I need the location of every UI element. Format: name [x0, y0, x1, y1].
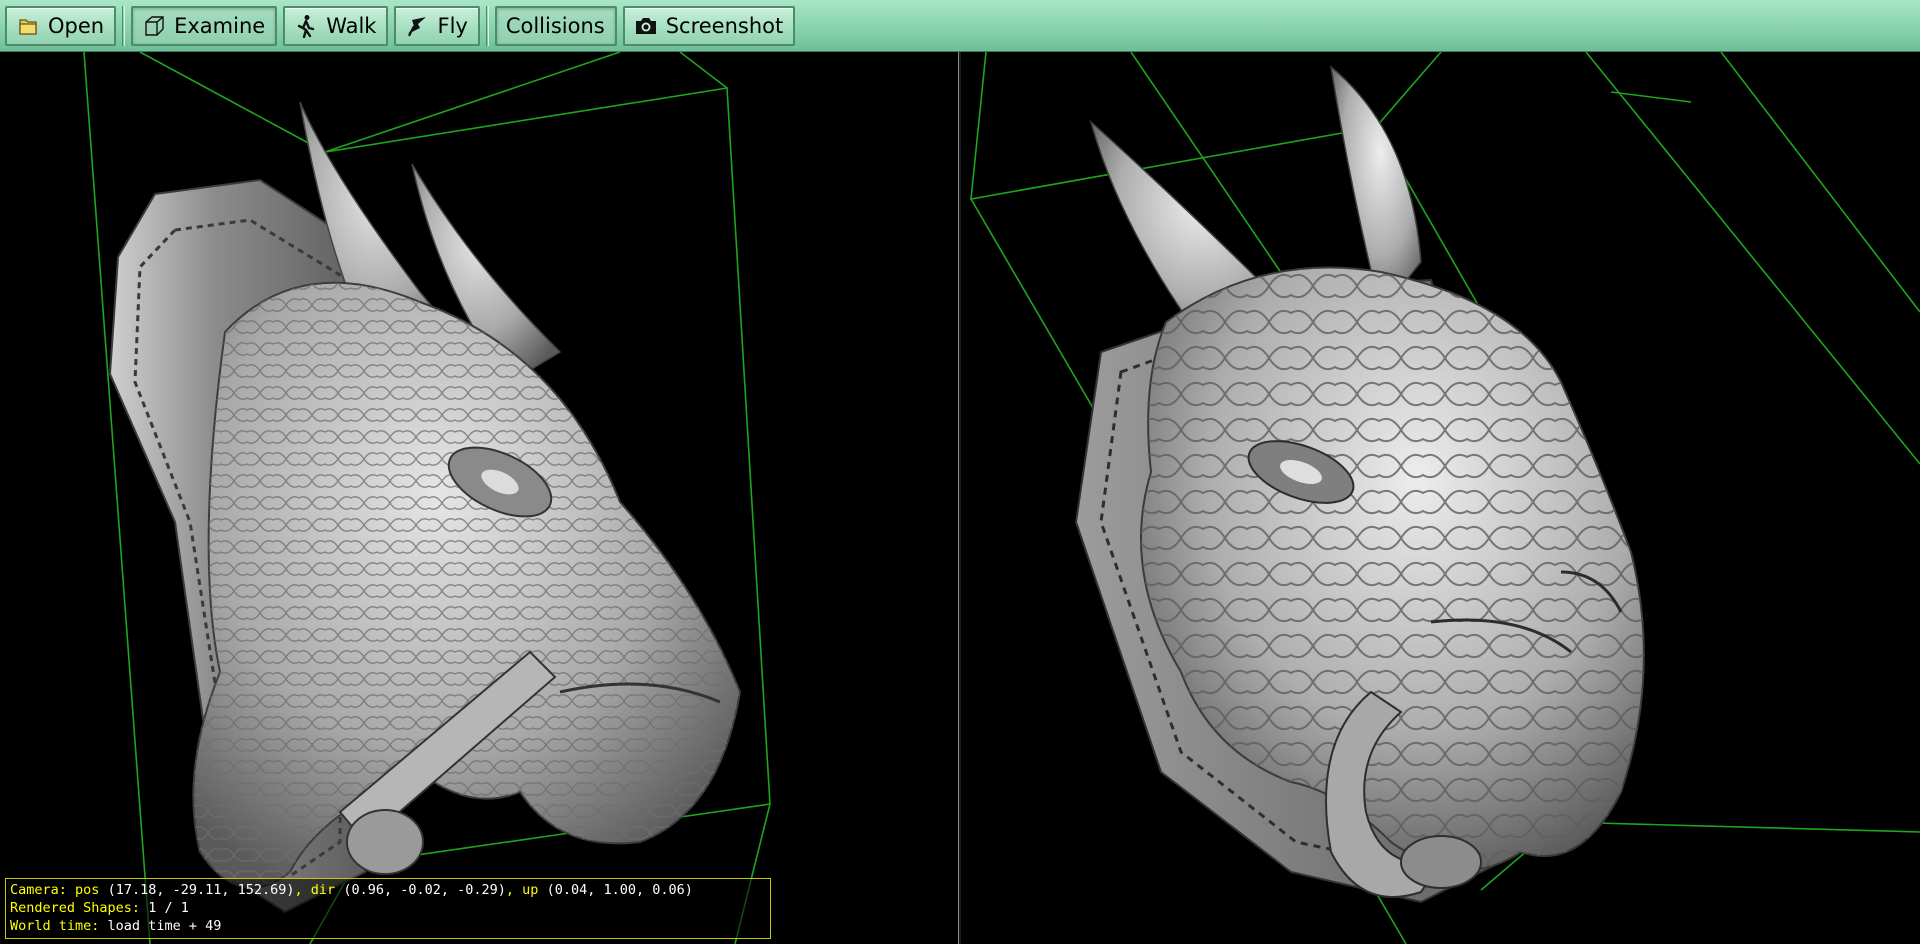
fly-icon: [405, 14, 429, 38]
walk-button-label: Walk: [326, 13, 377, 38]
world-time-value: load time + 49: [107, 918, 222, 934]
walk-icon: [294, 14, 318, 38]
viewport-left[interactable]: [0, 52, 958, 944]
camera-info-overlay: Camera: pos (17.18, -29.11, 152.69), dir…: [5, 878, 771, 939]
camera-up-value: (0.04, 1.00, 0.06): [546, 882, 693, 898]
folder-icon: [16, 14, 40, 38]
open-button-label: Open: [48, 13, 105, 38]
walk-button[interactable]: Walk: [283, 5, 389, 46]
scene-left: [83, 52, 771, 944]
viewport-divider[interactable]: [958, 0, 961, 944]
toolbar-separator: [122, 5, 126, 46]
world-time-label: World time:: [10, 918, 100, 934]
scene-right: [970, 52, 1920, 944]
examine-button[interactable]: Examine: [131, 5, 278, 46]
camera-pos-label: pos: [75, 882, 100, 898]
screenshot-button-label: Screenshot: [665, 13, 784, 38]
camera-dir-value: (0.96, -0.02, -0.29): [343, 882, 506, 898]
dragon-head-left: [192, 281, 742, 889]
viewport-right[interactable]: [961, 52, 1920, 944]
fly-button-label: Fly: [437, 13, 468, 38]
camera-pos-value: (17.18, -29.11, 152.69): [107, 882, 295, 898]
camera-line: Camera: pos (17.18, -29.11, 152.69), dir…: [10, 881, 766, 899]
toolbar: Open Examine Walk Fly Collisions Screens…: [0, 0, 1920, 52]
camera-separator: ,: [505, 882, 515, 898]
rendered-shapes-line: Rendered Shapes: 1 / 1: [10, 899, 766, 917]
collisions-button-label: Collisions: [505, 13, 605, 38]
rendered-shapes-label: Rendered Shapes:: [10, 900, 141, 916]
camera-dir-label: dir: [310, 882, 336, 898]
world-time-line: World time: load time + 49: [10, 917, 766, 935]
cube-icon: [142, 14, 166, 38]
camera-label: Camera:: [10, 882, 67, 898]
app-window: Open Examine Walk Fly Collisions Screens…: [0, 0, 1920, 944]
camera-separator: ,: [294, 882, 303, 898]
screenshot-button[interactable]: Screenshot: [622, 5, 796, 46]
toolbar-separator: [485, 5, 489, 46]
camera-icon: [634, 14, 658, 38]
rendered-shapes-value: 1 / 1: [148, 900, 189, 916]
collisions-toggle-button[interactable]: Collisions: [494, 5, 617, 46]
open-button[interactable]: Open: [5, 5, 117, 46]
camera-up-label: up: [522, 882, 539, 898]
examine-button-label: Examine: [174, 13, 266, 38]
fly-button[interactable]: Fly: [394, 5, 480, 46]
